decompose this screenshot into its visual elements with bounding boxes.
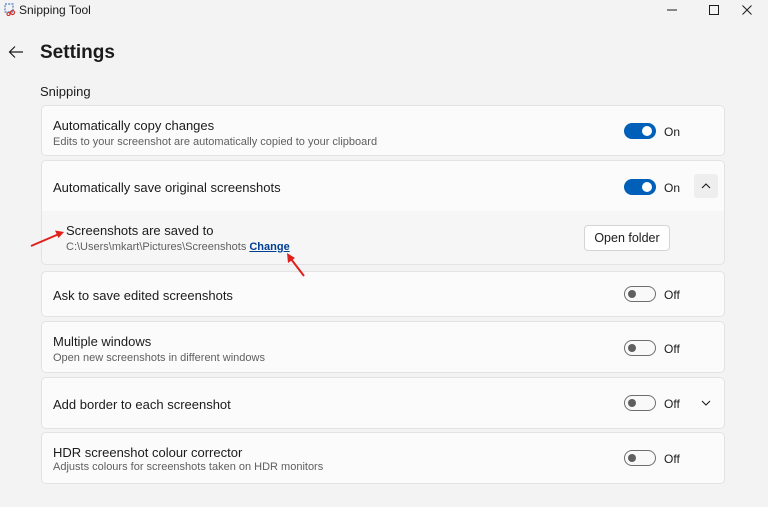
maximize-icon bbox=[709, 5, 719, 15]
minimize-icon bbox=[667, 9, 677, 11]
toggle-knob bbox=[628, 344, 636, 352]
setting-description: Adjusts colours for screenshots taken on… bbox=[53, 461, 324, 473]
back-arrow-icon bbox=[8, 46, 23, 58]
copy-changes-toggle[interactable] bbox=[624, 123, 656, 139]
close-button[interactable] bbox=[726, 0, 768, 20]
ask-save-toggle[interactable] bbox=[624, 286, 656, 302]
app-title: Snipping Tool bbox=[19, 3, 91, 17]
chevron-down-icon bbox=[701, 400, 711, 406]
section-title-snipping: Snipping bbox=[40, 84, 91, 99]
title-bar: Snipping Tool bbox=[0, 0, 768, 20]
change-location-link[interactable]: Change bbox=[249, 241, 289, 253]
snipping-tool-app-icon bbox=[4, 3, 17, 17]
setting-save-location: Screenshots are saved to C:\Users\mkart\… bbox=[41, 211, 725, 265]
setting-copy-changes: Automatically copy changes Edits to your… bbox=[41, 105, 725, 156]
setting-label: Screenshots are saved to bbox=[66, 223, 214, 238]
setting-label: Automatically copy changes bbox=[53, 118, 215, 133]
setting-save-originals: Automatically save original screenshots … bbox=[41, 160, 725, 212]
setting-description: Open new screenshots in different window… bbox=[53, 352, 265, 364]
toggle-state-label: Off bbox=[664, 288, 680, 302]
setting-multiple-windows: Multiple windows Open new screenshots in… bbox=[41, 321, 725, 373]
collapse-button[interactable] bbox=[694, 174, 718, 198]
setting-hdr-corrector: HDR screenshot colour corrector Adjusts … bbox=[41, 432, 725, 484]
expand-button[interactable] bbox=[694, 391, 718, 415]
setting-label: HDR screenshot colour corrector bbox=[53, 445, 243, 460]
toggle-knob bbox=[628, 290, 636, 298]
toggle-state-label: Off bbox=[664, 342, 680, 356]
toggle-knob bbox=[642, 182, 652, 192]
page-title: Settings bbox=[40, 42, 115, 63]
close-icon bbox=[742, 5, 752, 15]
chevron-up-icon bbox=[701, 183, 711, 189]
open-folder-button[interactable]: Open folder bbox=[584, 225, 670, 251]
add-border-toggle[interactable] bbox=[624, 395, 656, 411]
back-button[interactable] bbox=[4, 40, 28, 64]
setting-description: Edits to your screenshot are automatical… bbox=[53, 136, 378, 148]
save-path: C:\Users\mkart\Pictures\Screenshots Chang… bbox=[66, 241, 290, 253]
toggle-state-label: Off bbox=[664, 397, 680, 411]
setting-label: Automatically save original screenshots bbox=[53, 180, 281, 195]
toggle-knob bbox=[628, 454, 636, 462]
toggle-state-label: On bbox=[664, 181, 681, 195]
setting-label: Multiple windows bbox=[53, 334, 152, 349]
save-path-text: C:\Users\mkart\Pictures\Screenshots bbox=[66, 241, 247, 253]
setting-add-border: Add border to each screenshot Off bbox=[41, 377, 725, 429]
setting-label: Add border to each screenshot bbox=[53, 397, 231, 412]
hdr-corrector-toggle[interactable] bbox=[624, 450, 656, 466]
toggle-state-label: On bbox=[664, 125, 681, 139]
save-originals-toggle[interactable] bbox=[624, 179, 656, 195]
toggle-knob bbox=[642, 126, 652, 136]
setting-ask-save: Ask to save edited screenshots Off bbox=[41, 271, 725, 317]
minimize-button[interactable] bbox=[651, 0, 693, 20]
toggle-state-label: Off bbox=[664, 452, 680, 466]
setting-label: Ask to save edited screenshots bbox=[53, 288, 233, 303]
multiple-windows-toggle[interactable] bbox=[624, 340, 656, 356]
toggle-knob bbox=[628, 399, 636, 407]
